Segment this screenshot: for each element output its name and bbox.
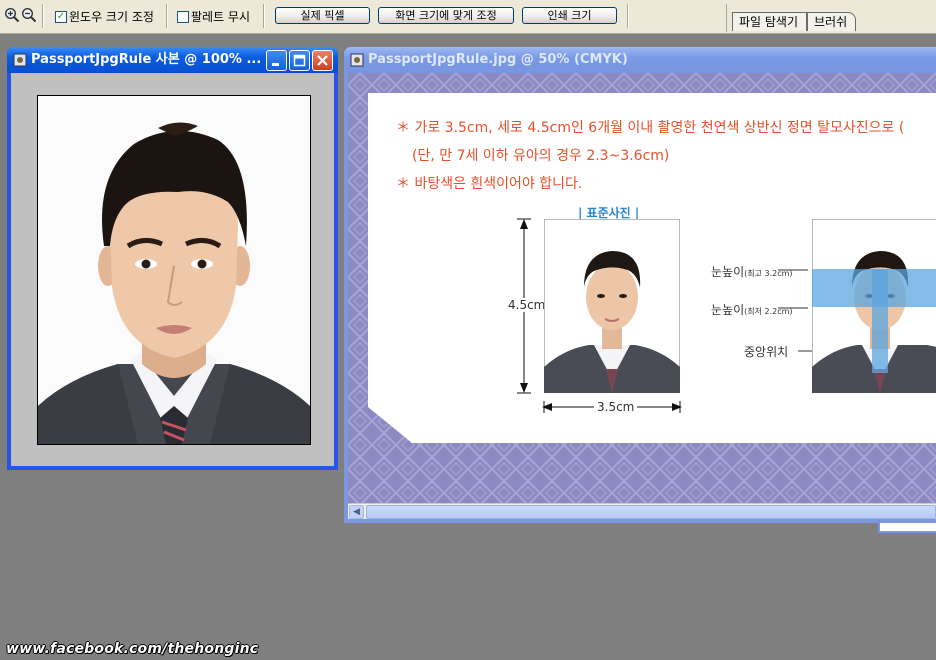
minimize-icon: [272, 63, 279, 66]
toolbar-separator: [42, 4, 44, 28]
rules-panel: ＊ 가로 3.5cm, 세로 4.5cm인 6개월 이내 촬영한 천연색 상반신…: [368, 93, 936, 443]
zoom-in-icon[interactable]: [4, 7, 20, 23]
passport-photo: [37, 95, 311, 445]
tab-brushes[interactable]: 브러쉬: [807, 12, 857, 31]
document-canvas[interactable]: ＊ 가로 3.5cm, 세로 4.5cm인 6개월 이내 촬영한 천연색 상반신…: [348, 73, 936, 503]
resize-windows-label: 윈도우 크기 조정: [69, 10, 154, 24]
window-titlebar[interactable]: PassportJpgRule.jpg @ 50% (CMYK): [344, 47, 936, 73]
center-position-label: 중앙위치: [744, 345, 789, 359]
guide-photo-thumbnail: [812, 219, 936, 393]
checkbox-unchecked-icon: [177, 10, 189, 23]
zoom-out-icon[interactable]: [21, 7, 37, 23]
eye-height-min-label: 눈높이(최저 2.2cm): [711, 301, 793, 318]
background-window-edge: [878, 521, 936, 533]
options-bar: ✓ 윈도우 크기 조정 팔레트 무시 실제 픽셀 화면 크기에 맞게 조정 인쇄…: [0, 0, 936, 34]
standard-photo-thumbnail: [544, 219, 680, 393]
width-dimension-label: 3.5cm: [594, 400, 638, 414]
eye-height-max-label: 눈높이(최고 3.2cm): [711, 263, 793, 280]
actual-pixels-button[interactable]: 실제 픽셀: [275, 7, 370, 24]
toolbar-separator: [166, 4, 168, 28]
ignore-palettes-label: 팔레트 무시: [191, 10, 251, 24]
close-icon: [317, 55, 328, 66]
print-size-button[interactable]: 인쇄 크기: [522, 7, 617, 24]
toolbar-separator: [627, 4, 629, 28]
maximize-button[interactable]: [289, 50, 310, 71]
palette-well: 파일 탐색기 브러쉬: [726, 4, 936, 32]
eye-height-min-note: (최저 2.2cm): [744, 307, 793, 316]
photoshop-document-icon: [350, 53, 364, 67]
tab-file-browser[interactable]: 파일 탐색기: [732, 12, 808, 31]
passport-portrait-image: [38, 96, 310, 444]
scroll-left-icon[interactable]: ◀: [349, 505, 364, 519]
eye-height-max-text: 눈높이: [711, 265, 745, 279]
document-canvas[interactable]: [11, 73, 334, 466]
horizontal-scrollbar[interactable]: ◀: [348, 503, 936, 519]
window-title: PassportJpgRule.jpg @ 50% (CMYK): [368, 52, 628, 67]
window-title: PassportJpgRule 사본 @ 100% ...: [31, 52, 262, 67]
resize-windows-checkbox[interactable]: ✓ 윈도우 크기 조정: [55, 8, 154, 25]
eye-height-max-note: (최고 3.2cm): [744, 269, 793, 278]
fit-screen-button[interactable]: 화면 크기에 맞게 조정: [378, 7, 514, 24]
minimize-button[interactable]: [266, 50, 287, 71]
close-button[interactable]: [312, 50, 333, 71]
maximize-icon: [293, 54, 306, 67]
toolbar-separator: [263, 4, 265, 28]
document-window-original[interactable]: PassportJpgRule.jpg @ 50% (CMYK) ＊ 가로 3.…: [344, 47, 936, 523]
checkbox-checked-icon: ✓: [55, 10, 67, 23]
watermark-text: www.facebook.com/thehonginc: [6, 641, 259, 657]
document-window-copy[interactable]: PassportJpgRule 사본 @ 100% ...: [7, 47, 338, 470]
height-dimension-label: 4.5cm: [507, 298, 547, 312]
ignore-palettes-checkbox[interactable]: 팔레트 무시: [177, 8, 250, 25]
eye-height-min-text: 눈높이: [711, 303, 745, 317]
scrollbar-thumb[interactable]: [366, 505, 936, 519]
photoshop-document-icon: [13, 53, 27, 67]
